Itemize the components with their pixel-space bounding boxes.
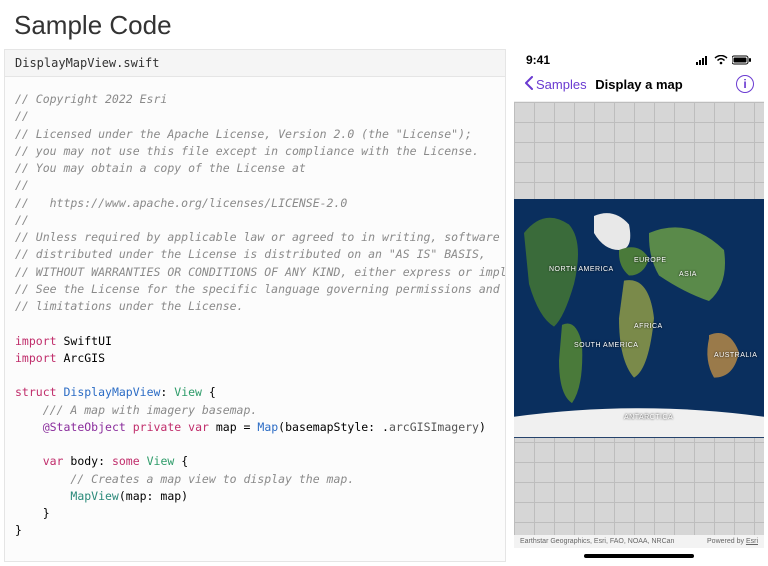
- map-label-africa: AFRICA: [634, 323, 663, 330]
- code-line: [15, 436, 495, 453]
- cellular-signal-icon: [696, 55, 710, 65]
- device-preview: 9:41 Samples Display a map: [514, 49, 764, 562]
- page-heading: Sample Code: [0, 0, 768, 49]
- code-line: // distributed under the License is dist…: [15, 246, 495, 263]
- map-label-europe: EUROPE: [634, 257, 667, 264]
- map-label-antarctica: ANTARCTICA: [624, 414, 673, 421]
- map-attribution: Earthstar Geographics, Esri, FAO, NOAA, …: [514, 535, 764, 548]
- info-icon: i: [743, 77, 746, 91]
- attribution-prefix: Powered by: [707, 538, 746, 545]
- code-line: //: [15, 108, 495, 125]
- home-indicator: [584, 554, 694, 558]
- world-map: NORTH AMERICA SOUTH AMERICA EUROPE AFRIC…: [514, 199, 764, 437]
- code-line: import ArcGIS: [15, 350, 495, 367]
- attribution-sources: Earthstar Geographics, Esri, FAO, NOAA, …: [520, 538, 674, 545]
- map-label-asia: ASIA: [679, 271, 697, 278]
- code-line: //: [15, 212, 495, 229]
- code-line: // Creates a map view to display the map…: [15, 471, 495, 488]
- code-line: // See the License for the specific lang…: [15, 281, 495, 298]
- info-button[interactable]: i: [736, 75, 754, 93]
- code-line: //: [15, 177, 495, 194]
- code-line: var body: some View {: [15, 453, 495, 470]
- code-line: // Unless required by applicable law or …: [15, 229, 495, 246]
- status-time: 9:41: [526, 53, 550, 67]
- code-line: // limitations under the License.: [15, 298, 495, 315]
- code-line: [15, 315, 495, 332]
- code-line: // WITHOUT WARRANTIES OR CONDITIONS OF A…: [15, 264, 495, 281]
- code-line: // Copyright 2022 Esri: [15, 91, 495, 108]
- code-line: // Licensed under the Apache License, Ve…: [15, 126, 495, 143]
- code-line: // https://www.apache.org/licenses/LICEN…: [15, 195, 495, 212]
- nav-title: Display a map: [595, 77, 682, 92]
- code-line: // You may obtain a copy of the License …: [15, 160, 495, 177]
- map-label-north-america: NORTH AMERICA: [549, 266, 614, 273]
- code-line: [15, 367, 495, 384]
- map-view[interactable]: NORTH AMERICA SOUTH AMERICA EUROPE AFRIC…: [514, 102, 764, 535]
- battery-icon: [732, 55, 752, 65]
- wifi-icon: [714, 55, 728, 65]
- code-line: /// A map with imagery basemap.: [15, 402, 495, 419]
- code-line: }: [15, 505, 495, 522]
- attribution-link[interactable]: Esri: [746, 538, 758, 545]
- map-label-south-america: SOUTH AMERICA: [574, 342, 638, 349]
- code-line: }: [15, 522, 495, 539]
- nav-bar: Samples Display a map i: [514, 69, 764, 102]
- code-body: // Copyright 2022 Esri//// Licensed unde…: [5, 77, 505, 561]
- code-line: struct DisplayMapView: View {: [15, 384, 495, 401]
- code-line: MapView(map: map): [15, 488, 495, 505]
- file-tab[interactable]: DisplayMapView.swift: [5, 50, 505, 77]
- chevron-left-icon: [524, 76, 534, 93]
- code-line: // you may not use this file except in c…: [15, 143, 495, 160]
- code-line: import SwiftUI: [15, 333, 495, 350]
- nav-back-label: Samples: [536, 77, 587, 92]
- nav-back-button[interactable]: Samples: [524, 76, 587, 93]
- map-label-australia: AUSTRALIA: [714, 352, 757, 359]
- code-line: @StateObject private var map = Map(basem…: [15, 419, 495, 436]
- status-bar: 9:41: [514, 49, 764, 69]
- code-panel: DisplayMapView.swift // Copyright 2022 E…: [4, 49, 506, 562]
